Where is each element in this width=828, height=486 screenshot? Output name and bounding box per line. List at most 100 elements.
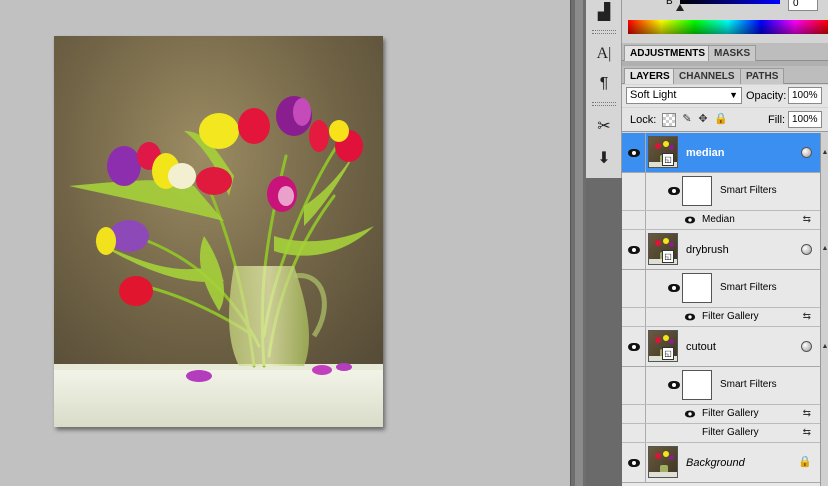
lock-row: Lock: ✎ ✥ 🔒 Fill: 100%: [622, 108, 828, 132]
visibility-cell: [622, 211, 646, 229]
tab-masks[interactable]: MASKS: [708, 45, 757, 61]
filter-row[interactable]: Filter Gallery ⇆: [622, 308, 820, 327]
strip-separator: [592, 30, 616, 34]
eye-icon[interactable]: [684, 216, 696, 224]
scroll-up-icon[interactable]: ▲: [821, 343, 828, 350]
panel-gutter: [570, 0, 586, 486]
strip-separator: [592, 102, 616, 106]
smart-filters-label: Smart Filters: [720, 185, 777, 196]
tab-paths[interactable]: PATHS: [740, 68, 785, 84]
scroll-up-icon[interactable]: ▲: [821, 149, 828, 156]
channel-slider-handle[interactable]: [676, 4, 684, 11]
filter-blending-options-icon[interactable]: ⇆: [803, 408, 811, 419]
stamp-icon[interactable]: ▟: [591, 0, 617, 24]
lock-transparency-icon[interactable]: [662, 113, 676, 127]
paragraph-icon[interactable]: ¶: [591, 72, 617, 96]
layer-name[interactable]: median: [686, 147, 725, 159]
strip-empty-area: [586, 178, 622, 486]
channel-value-field[interactable]: 0: [788, 0, 818, 11]
filter-label: Filter Gallery: [702, 311, 759, 322]
fill-label: Fill:: [768, 114, 786, 126]
visibility-toggle[interactable]: [622, 443, 646, 482]
blend-mode-row: Soft Light ▼ Opacity: 100%: [622, 85, 828, 107]
smart-filter-options-icon[interactable]: [801, 244, 812, 255]
layers-tab-row: LAYERS CHANNELS PATHS: [622, 66, 828, 84]
blend-mode-select[interactable]: Soft Light ▼: [626, 87, 742, 104]
filter-blending-options-icon[interactable]: ⇆: [803, 311, 811, 322]
filter-row[interactable]: Filter Gallery ⇆: [622, 405, 820, 424]
tab-layers[interactable]: LAYERS: [624, 68, 676, 84]
filter-label: Filter Gallery: [702, 408, 759, 419]
layer-row-background[interactable]: Background 🔒: [622, 443, 820, 483]
smart-filter-options-icon[interactable]: [801, 341, 812, 352]
scroll-up-icon[interactable]: ▲: [821, 245, 828, 252]
lock-position-move-icon[interactable]: ✥: [696, 113, 710, 127]
filter-row[interactable]: Median ⇆: [622, 211, 820, 230]
layer-name[interactable]: Background: [686, 457, 745, 469]
filter-blending-options-icon[interactable]: ⇆: [803, 214, 811, 225]
layers-scrollbar[interactable]: ▲ ▲ ▲: [820, 133, 828, 486]
visibility-toggle[interactable]: [622, 133, 646, 172]
lock-icon: 🔒: [798, 456, 812, 468]
smart-filters-label: Smart Filters: [720, 379, 777, 390]
smart-filters-label: Smart Filters: [720, 282, 777, 293]
eye-icon[interactable]: [684, 410, 696, 418]
layer-name[interactable]: cutout: [686, 341, 716, 353]
layer-row-median[interactable]: ◱ median: [622, 133, 820, 173]
eye-icon: [627, 245, 640, 254]
fill-field[interactable]: 100%: [788, 111, 822, 128]
tab-adjustments[interactable]: ADJUSTMENTS: [624, 45, 712, 61]
eye-icon[interactable]: [684, 313, 696, 321]
visibility-cell: [622, 367, 646, 404]
right-panels: B 0 ADJUSTMENTS MASKS LAYERS CHANNELS PA…: [622, 0, 828, 486]
color-panel: B 0: [622, 0, 828, 38]
eye-icon: [627, 342, 640, 351]
lock-label: Lock:: [630, 114, 657, 126]
tab-channels[interactable]: CHANNELS: [673, 68, 741, 84]
adjustments-tab-row: ADJUSTMENTS MASKS: [622, 43, 828, 61]
layer-thumbnail: [648, 446, 678, 478]
opacity-field[interactable]: 100%: [788, 87, 822, 104]
filter-label: Filter Gallery: [702, 427, 759, 438]
tools-icon[interactable]: ✂: [591, 114, 617, 138]
visibility-cell: [622, 173, 646, 210]
canvas-workspace[interactable]: [0, 0, 570, 486]
layer-name[interactable]: drybrush: [686, 244, 729, 256]
eye-icon[interactable]: [668, 381, 680, 389]
channel-label: B: [666, 0, 673, 7]
eye-icon[interactable]: [668, 187, 680, 195]
visibility-cell: [622, 405, 646, 423]
filter-mask-thumbnail[interactable]: [682, 273, 712, 303]
smart-filters-row[interactable]: Smart Filters: [622, 270, 820, 308]
eye-icon: [627, 148, 640, 157]
layer-row-drybrush[interactable]: ◱ drybrush: [622, 230, 820, 270]
blend-mode-value: Soft Light: [630, 89, 677, 101]
lock-image-brush-icon[interactable]: ✎: [680, 113, 694, 127]
panel-icon-strip: ▟ A| ¶ ✂ ⬇: [586, 0, 622, 486]
layers-list: ◱ median Smart Filters Median ⇆ ◱ drybru…: [622, 133, 828, 486]
tulip-painting-image: [54, 36, 383, 427]
opacity-label: Opacity:: [746, 90, 787, 102]
visibility-toggle[interactable]: [622, 230, 646, 269]
smart-object-badge-icon: ◱: [662, 250, 674, 263]
clone-source-icon[interactable]: ⬇: [591, 146, 617, 170]
smart-object-badge-icon: ◱: [662, 347, 674, 360]
filter-mask-thumbnail[interactable]: [682, 370, 712, 400]
layer-row-cutout[interactable]: ◱ cutout: [622, 327, 820, 367]
smart-filters-row[interactable]: Smart Filters: [622, 173, 820, 211]
filter-mask-thumbnail[interactable]: [682, 176, 712, 206]
smart-filters-row[interactable]: Smart Filters: [622, 367, 820, 405]
visibility-toggle[interactable]: [622, 327, 646, 366]
lock-all-icon[interactable]: 🔒: [714, 113, 728, 127]
filter-blending-options-icon[interactable]: ⇆: [803, 427, 811, 438]
filter-row[interactable]: Filter Gallery ⇆: [622, 424, 820, 443]
document-canvas[interactable]: [54, 36, 383, 427]
eye-icon[interactable]: [668, 284, 680, 292]
smart-filter-options-icon[interactable]: [801, 147, 812, 158]
channel-slider-track[interactable]: [680, 0, 780, 4]
gutter-scroll[interactable]: [575, 0, 583, 486]
character-icon[interactable]: A|: [591, 42, 617, 66]
filter-label: Median: [702, 214, 735, 225]
color-spectrum-bar[interactable]: [628, 20, 828, 34]
eye-icon: [627, 458, 640, 467]
